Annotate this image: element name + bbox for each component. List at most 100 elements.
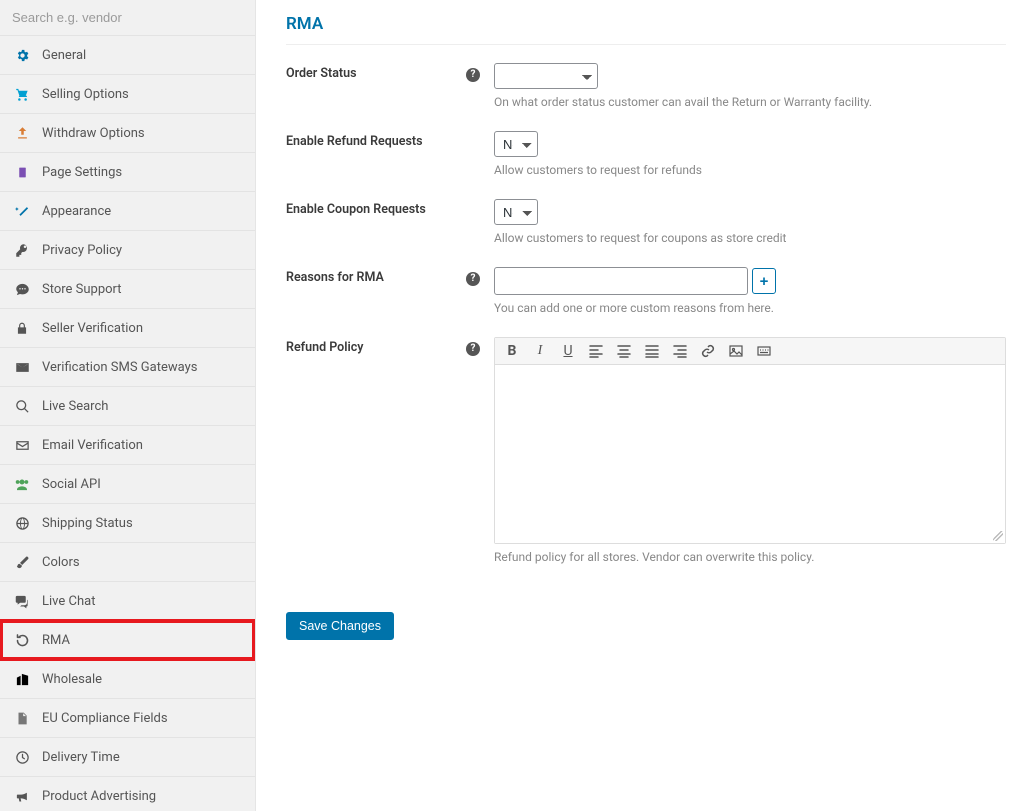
desc-refund-policy: Refund policy for all stores. Vendor can… <box>494 550 1006 564</box>
align-left-icon[interactable] <box>587 342 605 360</box>
row-enable-coupon: Enable Coupon Requests No Allow customer… <box>286 199 1006 245</box>
page-icon <box>14 164 30 180</box>
upload-icon <box>14 125 30 141</box>
sidebar-item-social-api[interactable]: Social API <box>0 464 255 504</box>
comments-icon <box>14 593 30 609</box>
sidebar-item-label: Live Search <box>42 399 108 414</box>
link-icon[interactable] <box>699 342 717 360</box>
row-order-status: Order Status ? On what order status cust… <box>286 63 1006 109</box>
sidebar-item-privacy-policy[interactable]: Privacy Policy <box>0 230 255 270</box>
lock-icon <box>14 320 30 336</box>
settings-sidebar: General Selling Options Withdraw Options Pa… <box>0 0 256 811</box>
sidebar-item-label: RMA <box>42 633 70 648</box>
row-reasons: Reasons for RMA ? + You can add one or m… <box>286 267 1006 315</box>
sidebar-item-shipping-status[interactable]: Shipping Status <box>0 503 255 543</box>
sidebar-item-general[interactable]: General <box>0 35 255 75</box>
desc-enable-coupon: Allow customers to request for coupons a… <box>494 231 1006 245</box>
globe-icon <box>14 515 30 531</box>
sidebar-item-withdraw-options[interactable]: Withdraw Options <box>0 113 255 153</box>
save-changes-button[interactable]: Save Changes <box>286 612 394 640</box>
sidebar-search-wrap <box>0 0 255 35</box>
resize-handle-icon[interactable] <box>993 531 1003 541</box>
underline-icon[interactable]: U <box>559 342 577 360</box>
brush-icon <box>14 554 30 570</box>
label-enable-coupon: Enable Coupon Requests <box>286 199 466 245</box>
align-center-icon[interactable] <box>615 342 633 360</box>
enable-refund-select[interactable]: No <box>494 131 538 157</box>
doc-icon <box>14 710 30 726</box>
editor-textarea[interactable] <box>495 365 1005 543</box>
mail-icon <box>14 359 30 375</box>
sidebar-item-label: Live Chat <box>42 594 95 609</box>
sidebar-nav-list: General Selling Options Withdraw Options Pa… <box>0 35 255 811</box>
sidebar-item-live-chat[interactable]: Live Chat <box>0 581 255 621</box>
undo-icon <box>14 632 30 648</box>
wand-icon <box>14 203 30 219</box>
refund-policy-editor: B I U <box>494 337 1006 544</box>
sidebar-item-label: Social API <box>42 477 101 492</box>
sidebar-item-appearance[interactable]: Appearance <box>0 191 255 231</box>
add-reason-button[interactable]: + <box>752 268 776 294</box>
sidebar-item-wholesale[interactable]: Wholesale <box>0 659 255 699</box>
sidebar-item-verification-sms-gateways[interactable]: Verification SMS Gateways <box>0 347 255 387</box>
key-icon <box>14 242 30 258</box>
reason-input[interactable] <box>494 267 748 295</box>
sidebar-item-label: Privacy Policy <box>42 243 122 258</box>
sidebar-item-delivery-time[interactable]: Delivery Time <box>0 737 255 777</box>
enable-coupon-select[interactable]: No <box>494 199 538 225</box>
italic-icon[interactable]: I <box>531 342 549 360</box>
sidebar-item-label: Withdraw Options <box>42 126 145 141</box>
image-icon[interactable] <box>727 342 745 360</box>
editor-toolbar: B I U <box>495 338 1005 365</box>
sidebar-item-label: Wholesale <box>42 672 102 687</box>
main-content: RMA Order Status ? On what order status … <box>256 0 1024 811</box>
sidebar-item-label: Verification SMS Gateways <box>42 360 197 375</box>
search-icon <box>14 398 30 414</box>
sidebar-item-label: Appearance <box>42 204 111 219</box>
sidebar-item-label: Colors <box>42 555 80 570</box>
row-enable-refund: Enable Refund Requests No Allow customer… <box>286 131 1006 177</box>
sidebar-item-label: Store Support <box>42 282 122 297</box>
sidebar-item-label: Product Advertising <box>42 789 156 804</box>
megaphone-icon <box>14 788 30 804</box>
label-enable-refund: Enable Refund Requests <box>286 131 466 177</box>
envelope-icon <box>14 437 30 453</box>
label-refund-policy: Refund Policy <box>286 337 466 564</box>
help-icon[interactable]: ? <box>466 68 480 82</box>
help-icon[interactable]: ? <box>466 342 480 356</box>
sidebar-search-input[interactable] <box>10 6 245 29</box>
clock-icon <box>14 749 30 765</box>
page-title: RMA <box>286 14 1006 45</box>
sidebar-item-label: Selling Options <box>42 87 129 102</box>
sidebar-item-colors[interactable]: Colors <box>0 542 255 582</box>
sidebar-item-product-advertising[interactable]: Product Advertising <box>0 776 255 811</box>
sidebar-item-label: Seller Verification <box>42 321 143 336</box>
sidebar-item-selling-options[interactable]: Selling Options <box>0 74 255 114</box>
keyboard-icon[interactable] <box>755 342 773 360</box>
align-justify-icon[interactable] <box>643 342 661 360</box>
users-icon <box>14 476 30 492</box>
sidebar-item-label: Shipping Status <box>42 516 133 531</box>
align-right-icon[interactable] <box>671 342 689 360</box>
sidebar-item-page-settings[interactable]: Page Settings <box>0 152 255 192</box>
sidebar-item-rma[interactable]: RMA <box>0 620 255 660</box>
building-icon <box>14 671 30 687</box>
sidebar-item-label: Page Settings <box>42 165 122 180</box>
bold-icon[interactable]: B <box>503 342 521 360</box>
sidebar-item-eu-compliance-fields[interactable]: EU Compliance Fields <box>0 698 255 738</box>
sidebar-item-live-search[interactable]: Live Search <box>0 386 255 426</box>
chat-icon <box>14 281 30 297</box>
row-refund-policy: Refund Policy ? B I U <box>286 337 1006 564</box>
label-reasons: Reasons for RMA <box>286 267 466 315</box>
sidebar-item-label: Email Verification <box>42 438 143 453</box>
desc-reasons: You can add one or more custom reasons f… <box>494 301 1006 315</box>
help-icon[interactable]: ? <box>466 272 480 286</box>
order-status-select[interactable] <box>494 63 598 89</box>
sidebar-item-label: General <box>42 48 86 63</box>
sidebar-item-label: EU Compliance Fields <box>42 711 168 726</box>
sidebar-item-store-support[interactable]: Store Support <box>0 269 255 309</box>
sidebar-item-seller-verification[interactable]: Seller Verification <box>0 308 255 348</box>
gear-icon <box>14 47 30 63</box>
sidebar-item-email-verification[interactable]: Email Verification <box>0 425 255 465</box>
desc-order-status: On what order status customer can avail … <box>494 95 1006 109</box>
